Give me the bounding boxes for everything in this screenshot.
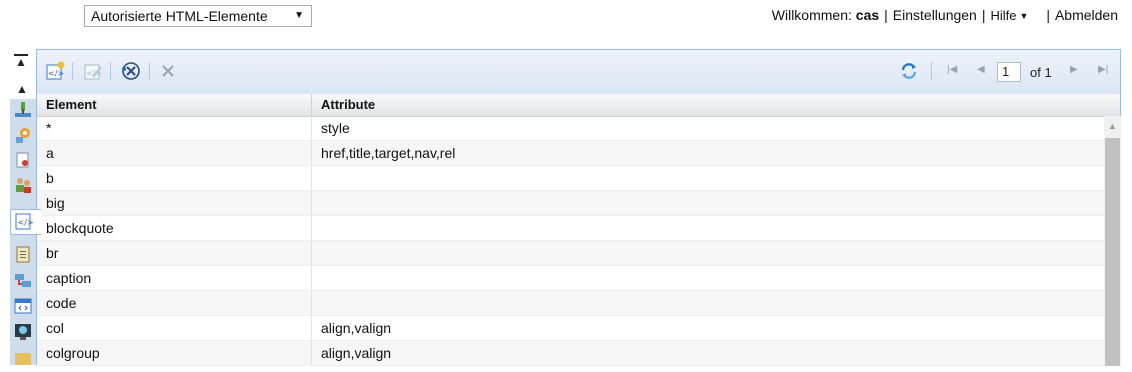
attribute-cell: align,valign xyxy=(321,320,392,336)
attribute-cell: align,valign xyxy=(321,345,392,361)
close-icon[interactable] xyxy=(158,61,178,81)
icon-rail: </> xyxy=(10,99,42,367)
table-row[interactable]: a href,title,target,nav,rel xyxy=(37,141,1104,166)
previous-page-icon[interactable]: ◀ xyxy=(977,64,985,75)
table-row[interactable]: * style xyxy=(37,116,1104,141)
attribute-cell xyxy=(312,191,1104,215)
collapse-top-icon[interactable]: ▲ xyxy=(14,54,28,70)
element-cell: blockquote xyxy=(37,216,312,240)
table-row[interactable]: code xyxy=(37,291,1104,316)
gear-icon[interactable] xyxy=(14,126,32,144)
html-tag-icon[interactable]: </> xyxy=(10,209,42,235)
element-cell: big xyxy=(37,191,312,215)
column-header-attribute[interactable]: Attribute xyxy=(312,94,1120,116)
element-cell: * xyxy=(37,116,312,140)
element-cell: a xyxy=(37,141,312,165)
clipboard-icon[interactable] xyxy=(14,245,32,263)
view-select-value: Autorisierte HTML-Elemente xyxy=(91,8,268,24)
page-number-input[interactable]: 1 xyxy=(997,62,1021,82)
attribute-cell: href,title,target,nav,rel xyxy=(321,145,456,161)
delete-element-icon[interactable] xyxy=(120,61,140,81)
scroll-up-icon[interactable]: ▲ xyxy=(12,82,32,96)
document-pin-icon[interactable] xyxy=(14,151,32,169)
logout-link[interactable]: Abmelden xyxy=(1055,7,1118,23)
grid-body: * style a href,title,target,nav,rel b bi… xyxy=(37,116,1104,366)
welcome-label: Willkommen: xyxy=(771,7,852,23)
table-row[interactable]: colgroup align,valign xyxy=(37,341,1104,366)
monitor-icon[interactable] xyxy=(14,323,32,341)
next-page-icon[interactable]: ▶ xyxy=(1070,64,1078,75)
attribute-cell xyxy=(312,291,1104,315)
grid-header: Element Attribute xyxy=(37,94,1120,117)
attribute-cell xyxy=(312,166,1104,190)
scroll-up-arrow-icon[interactable]: ▲ xyxy=(1108,121,1117,131)
folder-icon[interactable] xyxy=(14,349,32,367)
attribute-cell xyxy=(312,241,1104,265)
attribute-cell xyxy=(312,266,1104,290)
network-icon[interactable] xyxy=(14,101,32,119)
element-cell: b xyxy=(37,166,312,190)
attribute-cell xyxy=(312,216,1104,240)
rail-nav: ▲ ▲ xyxy=(12,54,32,96)
chevron-down-icon: ▼ xyxy=(1019,11,1029,21)
add-element-icon[interactable]: </> xyxy=(45,61,65,81)
username: cas xyxy=(855,7,880,23)
grid-toolbar: </> </> |◀ ◀ 1 of 1 ▶ ▶| xyxy=(37,50,1120,95)
first-page-icon[interactable]: |◀ xyxy=(947,64,957,75)
table-row[interactable]: blockquote xyxy=(37,216,1104,241)
scrollbar-thumb[interactable] xyxy=(1105,138,1120,366)
table-row[interactable]: b xyxy=(37,166,1104,191)
element-cell: caption xyxy=(37,266,312,290)
user-bar: Willkommen: cas | Einstellungen | Hilfe ▼ | Ab… xyxy=(771,7,1118,23)
last-page-icon[interactable]: ▶| xyxy=(1098,64,1108,75)
vertical-scrollbar[interactable]: ▲ xyxy=(1104,116,1121,366)
settings-link[interactable]: Einstellungen xyxy=(893,7,977,23)
chevron-down-icon: ▼ xyxy=(294,10,304,21)
table-row[interactable]: big xyxy=(37,191,1104,216)
table-row[interactable]: br xyxy=(37,241,1104,266)
element-cell: colgroup xyxy=(37,341,312,365)
element-cell: code xyxy=(37,291,312,315)
column-header-element[interactable]: Element xyxy=(37,94,312,116)
window-code-icon[interactable] xyxy=(14,297,32,315)
table-row[interactable]: caption xyxy=(37,266,1104,291)
table-row[interactable]: col align,valign xyxy=(37,316,1104,341)
element-cell: br xyxy=(37,241,312,265)
svg-text:</>: </> xyxy=(18,218,34,227)
svg-text:</>: </> xyxy=(48,69,64,78)
flow-icon[interactable] xyxy=(14,271,32,289)
help-menu[interactable]: Hilfe ▼ xyxy=(990,8,1028,23)
element-cell: col xyxy=(37,316,312,340)
view-select[interactable]: Autorisierte HTML-Elemente ▼ xyxy=(84,5,312,27)
grid-panel: </> </> |◀ ◀ 1 of 1 ▶ ▶| Element Attribu… xyxy=(36,49,1121,366)
page-count-label: of 1 xyxy=(1030,65,1052,80)
attribute-cell: style xyxy=(321,120,350,136)
refresh-icon[interactable] xyxy=(899,61,919,81)
users-icon[interactable] xyxy=(14,176,32,194)
edit-element-icon[interactable]: </> xyxy=(83,61,103,81)
